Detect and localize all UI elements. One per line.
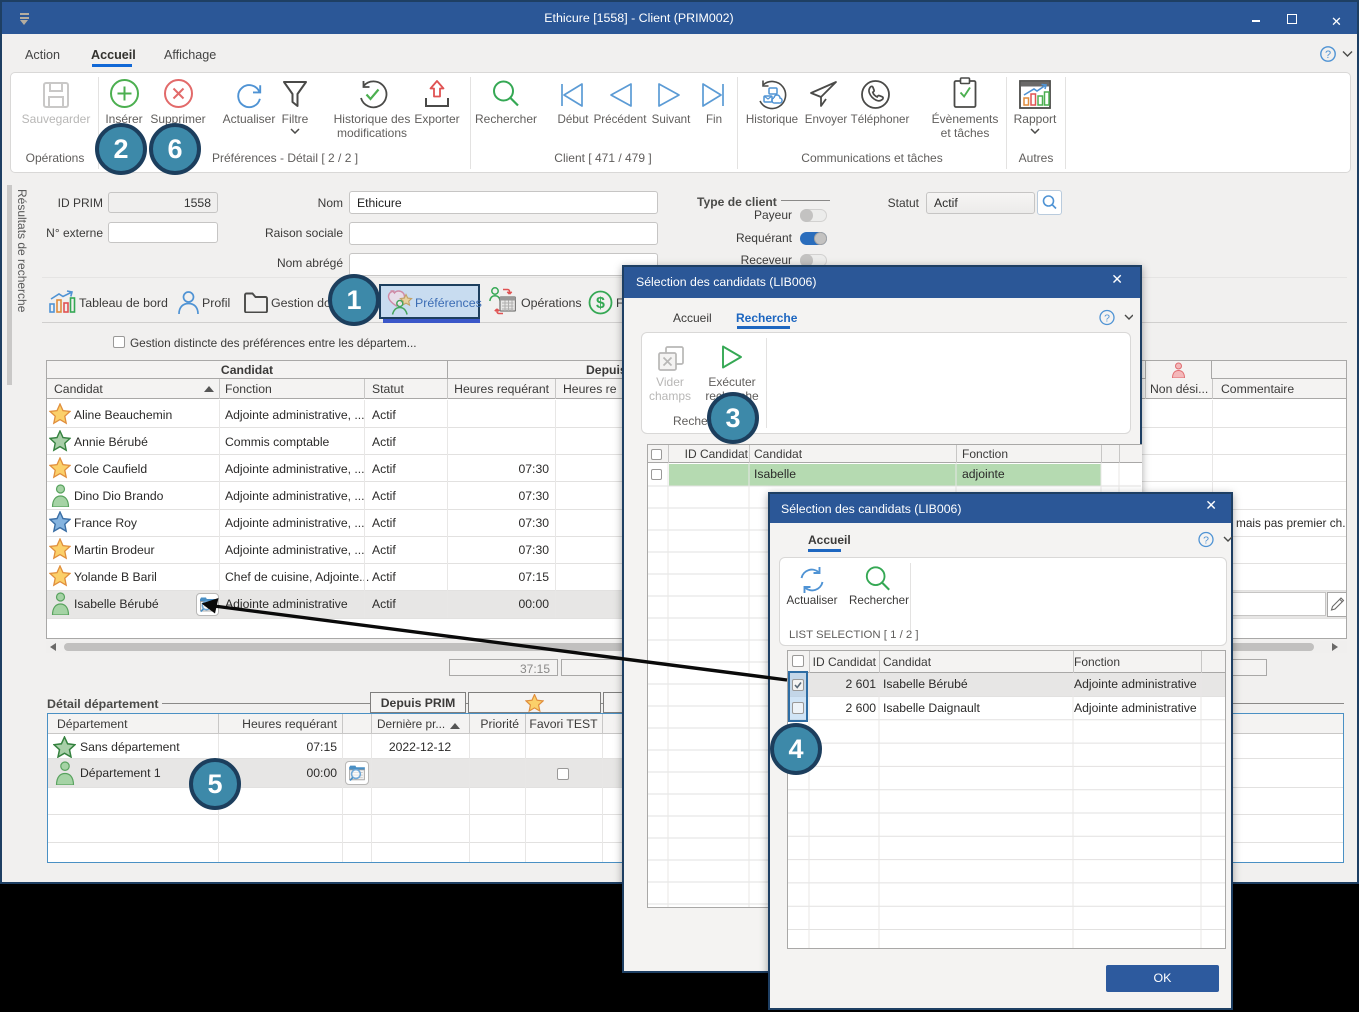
svg-text:?: ? xyxy=(1325,49,1331,61)
svg-text:?: ? xyxy=(1203,535,1209,547)
svg-text:$: $ xyxy=(596,295,605,312)
svg-text:?: ? xyxy=(1104,313,1110,325)
